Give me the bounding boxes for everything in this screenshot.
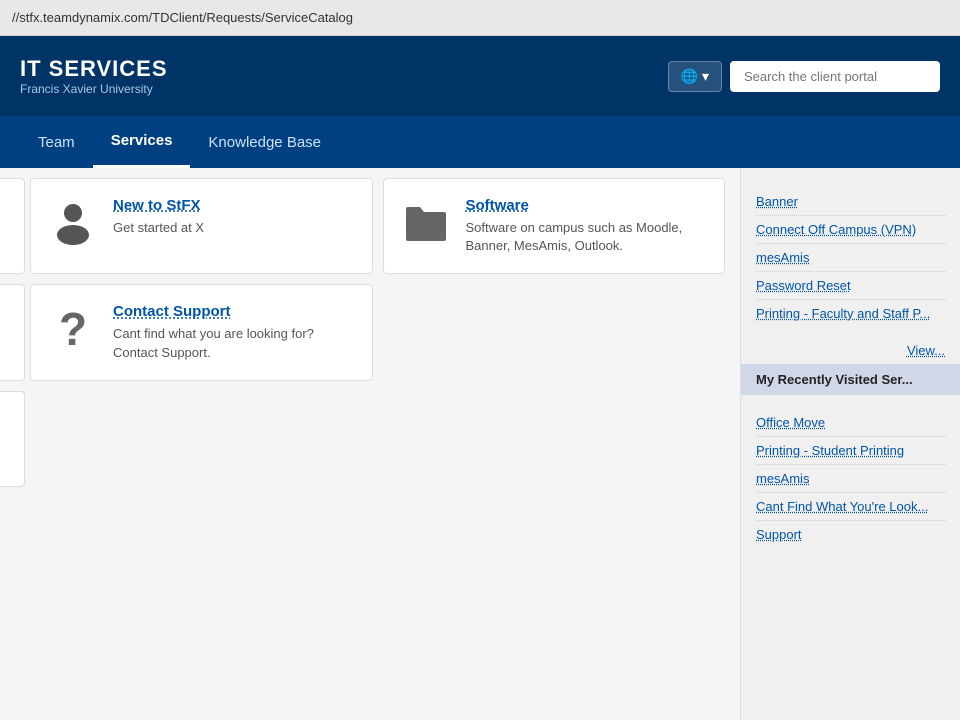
- folder-icon: [400, 197, 452, 249]
- card-software-text: Software Software on campus such as Mood…: [466, 197, 709, 255]
- site-subtitle: Francis Xavier University: [20, 82, 168, 96]
- card-new-to-stfx[interactable]: New to StFX Get started at X: [30, 178, 373, 274]
- sidebar-link-banner[interactable]: Banner: [756, 188, 945, 216]
- card-new-to-stfx-text: New to StFX Get started at X: [113, 197, 204, 237]
- content-wrapper: Accounts & Security Password reset, new …: [0, 168, 740, 720]
- card-software[interactable]: Software Software on campus such as Mood…: [383, 178, 726, 274]
- partial-card-wifi[interactable]: WiFi & Network WiFi, wired network, fire…: [0, 391, 25, 487]
- cards-grid: New to StFX Get started at X Software So…: [15, 168, 740, 720]
- card-contact-support-title: Contact Support: [113, 303, 356, 320]
- sidebar-link-vpn[interactable]: Connect Off Campus (VPN): [756, 216, 945, 244]
- sidebar-recent-office-move[interactable]: Office Move: [756, 409, 945, 437]
- card-contact-support-text: Contact Support Cant find what you are l…: [113, 303, 356, 361]
- recently-visited-title: My Recently Visited Ser...: [741, 364, 960, 395]
- partial-card-hardware-title: Hardware: [0, 303, 8, 320]
- partial-card-hardware[interactable]: Hardware Computers, printers, phones, an…: [0, 284, 25, 380]
- svg-text:?: ?: [59, 303, 87, 355]
- card-contact-support[interactable]: ? Contact Support Cant find what you are…: [30, 284, 373, 380]
- partial-card-accounts-title: Accounts & Security: [0, 197, 8, 214]
- sidebar-recent-support[interactable]: Support: [756, 521, 945, 548]
- card-software-desc: Software on campus such as Moodle, Banne…: [466, 219, 709, 255]
- sidebar-view-more[interactable]: View...: [741, 337, 960, 364]
- sidebar-recent-cant-find[interactable]: Cant Find What You're Look...: [756, 493, 945, 521]
- partial-card-wifi-desc: WiFi, wired network, firewall and networ…: [0, 432, 8, 468]
- nav-item-knowledge-base[interactable]: Knowledge Base: [190, 116, 339, 168]
- card-contact-support-desc: Cant find what you are looking for? Cont…: [113, 325, 356, 361]
- globe-dropdown-icon: ▾: [702, 68, 709, 85]
- sidebar-link-mesamis[interactable]: mesAmis: [756, 244, 945, 272]
- browser-bar: //stfx.teamdynamix.com/TDClient/Requests…: [0, 0, 960, 36]
- partial-card-accounts-desc: Password reset, new accounts, account ch…: [0, 219, 8, 255]
- partial-cards-list: Accounts & Security Password reset, new …: [0, 178, 10, 487]
- header-search-area: 🌐 ▾: [668, 61, 940, 92]
- card-software-title: Software: [466, 197, 709, 214]
- partial-card-accounts[interactable]: Accounts & Security Password reset, new …: [0, 178, 25, 274]
- nav-item-team[interactable]: Team: [20, 116, 93, 168]
- right-sidebar: Banner Connect Off Campus (VPN) mesAmis …: [740, 168, 960, 720]
- search-input[interactable]: [730, 61, 940, 92]
- site-title: IT SERVICES Francis Xavier University: [20, 56, 168, 96]
- sidebar-link-password-reset[interactable]: Password Reset: [756, 272, 945, 300]
- site-nav: Team Services Knowledge Base: [0, 116, 960, 168]
- sidebar-recent-mesamis[interactable]: mesAmis: [756, 465, 945, 493]
- globe-icon: 🌐: [681, 68, 698, 85]
- sidebar-link-printing-faculty[interactable]: Printing - Faculty and Staff P...: [756, 300, 945, 327]
- sidebar-recently-visited: Office Move Printing - Student Printing …: [741, 399, 960, 558]
- person-icon: [47, 197, 99, 249]
- globe-button[interactable]: 🌐 ▾: [668, 61, 722, 92]
- browser-url: //stfx.teamdynamix.com/TDClient/Requests…: [12, 10, 353, 25]
- nav-item-services[interactable]: Services: [93, 116, 191, 168]
- card-new-to-stfx-title: New to StFX: [113, 197, 204, 214]
- main-content: Accounts & Security Password reset, new …: [0, 168, 960, 720]
- partial-card-wifi-title: WiFi & Network: [0, 410, 8, 427]
- card-new-to-stfx-desc: Get started at X: [113, 219, 204, 237]
- partial-cards-area: Accounts & Security Password reset, new …: [0, 168, 15, 720]
- site-header: IT SERVICES Francis Xavier University 🌐 …: [0, 36, 960, 116]
- partial-card-hardware-desc: Computers, printers, phones, and other h…: [0, 325, 8, 361]
- question-icon: ?: [47, 303, 99, 355]
- sidebar-recent-student-printing[interactable]: Printing - Student Printing: [756, 437, 945, 465]
- sidebar-quick-links: Banner Connect Off Campus (VPN) mesAmis …: [741, 178, 960, 337]
- site-name: IT SERVICES: [20, 56, 168, 82]
